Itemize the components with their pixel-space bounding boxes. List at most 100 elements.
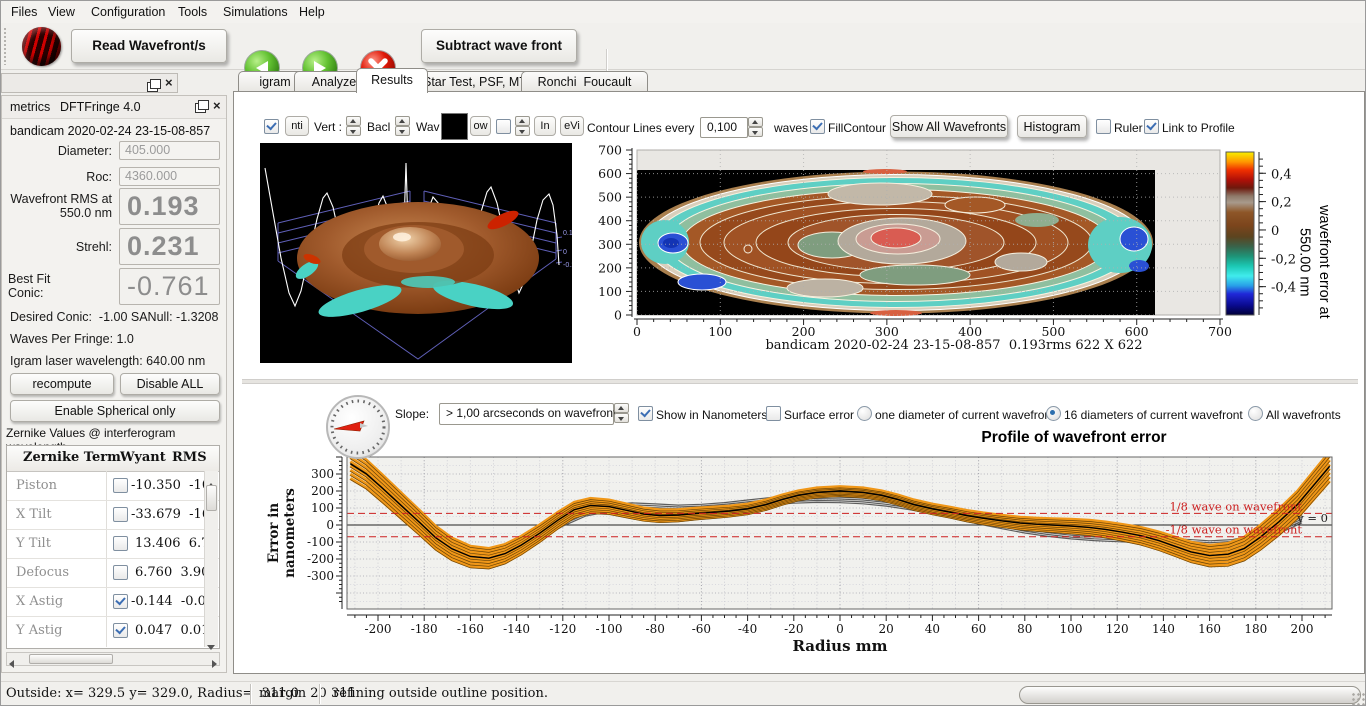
svg-text:200: 200: [598, 260, 622, 275]
svg-text:-40: -40: [738, 622, 757, 636]
tab-ronchi-foucault[interactable]: Ronchi Foucault: [521, 71, 648, 93]
table-row[interactable]: X Astig -0.144 -0.05: [7, 587, 219, 617]
splitter-handle[interactable]: [242, 379, 1358, 384]
profile-plot[interactable]: 1/8 wave on wavefronty = 0-1/8 wave on w…: [242, 452, 1366, 667]
svg-text:0: 0: [1271, 224, 1279, 239]
disable-all-button[interactable]: Disable ALL: [120, 373, 220, 395]
zernike-enable-checkbox[interactable]: [113, 536, 128, 551]
one-diameter-radio[interactable]: [857, 406, 872, 421]
surface-error-checkbox[interactable]: [766, 406, 781, 421]
diameter-input[interactable]: 405.000: [119, 141, 220, 160]
table-vertical-scrollbar[interactable]: [204, 471, 218, 647]
fill-contour-checkbox[interactable]: [810, 119, 825, 134]
svg-text:-100: -100: [596, 622, 623, 636]
waves-label: waves: [774, 121, 808, 135]
link-to-profile-checkbox[interactable]: [1144, 119, 1159, 134]
svg-text:20: 20: [879, 622, 894, 636]
svg-text:400: 400: [598, 213, 622, 228]
diameter-label: Diameter:: [2, 144, 112, 158]
recompute-button[interactable]: recompute: [10, 373, 114, 395]
viewer3d-spinner-3[interactable]: [515, 116, 530, 137]
col-wyant[interactable]: Wyant: [120, 450, 166, 465]
zernike-table: Zernike Term Wyant RMS Piston -10.350 -1…: [6, 445, 220, 649]
table-row[interactable]: X Tilt -33.679 -16.: [7, 500, 219, 530]
tab-results[interactable]: Results: [356, 68, 428, 93]
read-wavefronts-button[interactable]: Read Wavefront/s: [71, 29, 227, 63]
table-horizontal-scrollbar[interactable]: [6, 652, 220, 666]
close-icon[interactable]: ×: [165, 78, 173, 88]
contour-lines-label: Contour Lines every: [587, 121, 694, 135]
roc-label: Roc:: [2, 170, 112, 184]
background-spinner[interactable]: [395, 116, 410, 137]
metrics-tab-label[interactable]: metrics: [10, 100, 50, 114]
zernike-enable-checkbox[interactable]: [113, 507, 128, 522]
svg-text:-80: -80: [646, 622, 665, 636]
interferogram-thumbnail-icon[interactable]: [22, 27, 61, 66]
viewer3d-button-2[interactable]: ow: [470, 116, 491, 136]
menu-configuration[interactable]: Configuration: [87, 4, 169, 20]
svg-text:0,2: 0,2: [1271, 196, 1292, 211]
svg-text:0.125: 0.125: [563, 230, 572, 237]
svg-text:-60: -60: [692, 622, 711, 636]
svg-text:-140: -140: [503, 622, 530, 636]
zernike-table-header: Zernike Term Wyant RMS: [7, 446, 219, 472]
menu-files[interactable]: Files: [7, 4, 41, 20]
zernike-enable-checkbox[interactable]: [113, 623, 128, 638]
col-rms[interactable]: RMS: [172, 450, 207, 465]
viewer3d-button-1[interactable]: nti: [285, 116, 309, 136]
float-icon[interactable]: [195, 102, 206, 116]
show-all-wavefronts-button[interactable]: Show All Wavefronts: [890, 115, 1008, 138]
resize-grip[interactable]: [1352, 693, 1366, 706]
vertical-scale-spinner[interactable]: [346, 116, 361, 137]
menu-view[interactable]: View: [44, 4, 79, 20]
viewer3d-button-4[interactable]: eVi: [560, 116, 584, 136]
slope-spinner[interactable]: [614, 403, 629, 424]
status-bar: Outside: x= 329.5 y= 329.0, Radius= 311.…: [1, 681, 1366, 706]
svg-text:100: 100: [708, 324, 732, 339]
svg-text:200: 200: [311, 484, 334, 498]
subtract-wavefront-button[interactable]: Subtract wave front: [421, 29, 577, 63]
menu-simulations[interactable]: Simulations: [219, 4, 292, 20]
zernike-enable-checkbox[interactable]: [113, 594, 128, 609]
table-row[interactable]: Y Astig 0.047 0.019: [7, 616, 219, 645]
wavefront-color-swatch[interactable]: [441, 113, 468, 140]
zernike-enable-checkbox[interactable]: [113, 565, 128, 580]
table-row[interactable]: Defocus 6.760 3.903: [7, 558, 219, 588]
menu-tools[interactable]: Tools: [174, 4, 211, 20]
svg-text:Error innanometers: Error innanometers: [266, 488, 298, 578]
metrics-panel-header: metrics DFTFringe 4.0 ×: [2, 96, 226, 119]
strehl-label: Strehl:: [2, 240, 112, 254]
wavefront-surface: [293, 202, 539, 323]
tab-star-test[interactable]: Star Test, PSF, MTF: [412, 71, 539, 93]
show-in-nanometers-label: Show in Nanometers: [656, 408, 767, 422]
sixteen-diameters-radio[interactable]: [1046, 406, 1061, 421]
svg-text:-180: -180: [411, 622, 438, 636]
col-zernike-term[interactable]: Zernike Term: [23, 450, 121, 465]
vertical-scale-label: Vert :: [314, 120, 342, 134]
viewer3d-button-3[interactable]: In: [534, 116, 556, 136]
close-icon[interactable]: ×: [213, 101, 221, 111]
slope-input[interactable]: > 1,00 arcseconds on wavefront: [439, 403, 614, 425]
show-in-nanometers-checkbox[interactable]: [638, 406, 653, 421]
results-page: nti Vert : Bacl Wav ow In eVi: [233, 91, 1365, 674]
ruler-checkbox[interactable]: [1096, 119, 1111, 134]
enable-spherical-button[interactable]: Enable Spherical only: [10, 400, 220, 422]
zernike-enable-checkbox[interactable]: [113, 478, 128, 493]
link-to-profile-label: Link to Profile: [1162, 121, 1235, 135]
viewer3d-checkbox-2[interactable]: [496, 119, 511, 134]
wavefront-3d-view[interactable]: 0.125 0 -0.125: [260, 143, 572, 363]
contour-interval-input[interactable]: 0,100: [700, 117, 748, 138]
toolbar-drag-handle[interactable]: [3, 27, 8, 65]
menu-help[interactable]: Help: [295, 4, 329, 20]
all-wavefronts-radio[interactable]: [1248, 406, 1263, 421]
viewer3d-checkbox[interactable]: [264, 119, 279, 134]
table-row[interactable]: Y Tilt 13.406 6.70: [7, 529, 219, 559]
status-message: refining outside outline position.: [333, 684, 548, 704]
profile-title: Profile of wavefront error: [634, 429, 1366, 447]
contour-interval-spinner[interactable]: [748, 117, 763, 138]
table-row[interactable]: Piston -10.350 -10.: [7, 471, 219, 501]
svg-text:0: 0: [326, 518, 334, 532]
roc-input[interactable]: 4360.000: [119, 167, 220, 186]
svg-text:60: 60: [971, 622, 986, 636]
histogram-button[interactable]: Histogram: [1017, 115, 1087, 138]
